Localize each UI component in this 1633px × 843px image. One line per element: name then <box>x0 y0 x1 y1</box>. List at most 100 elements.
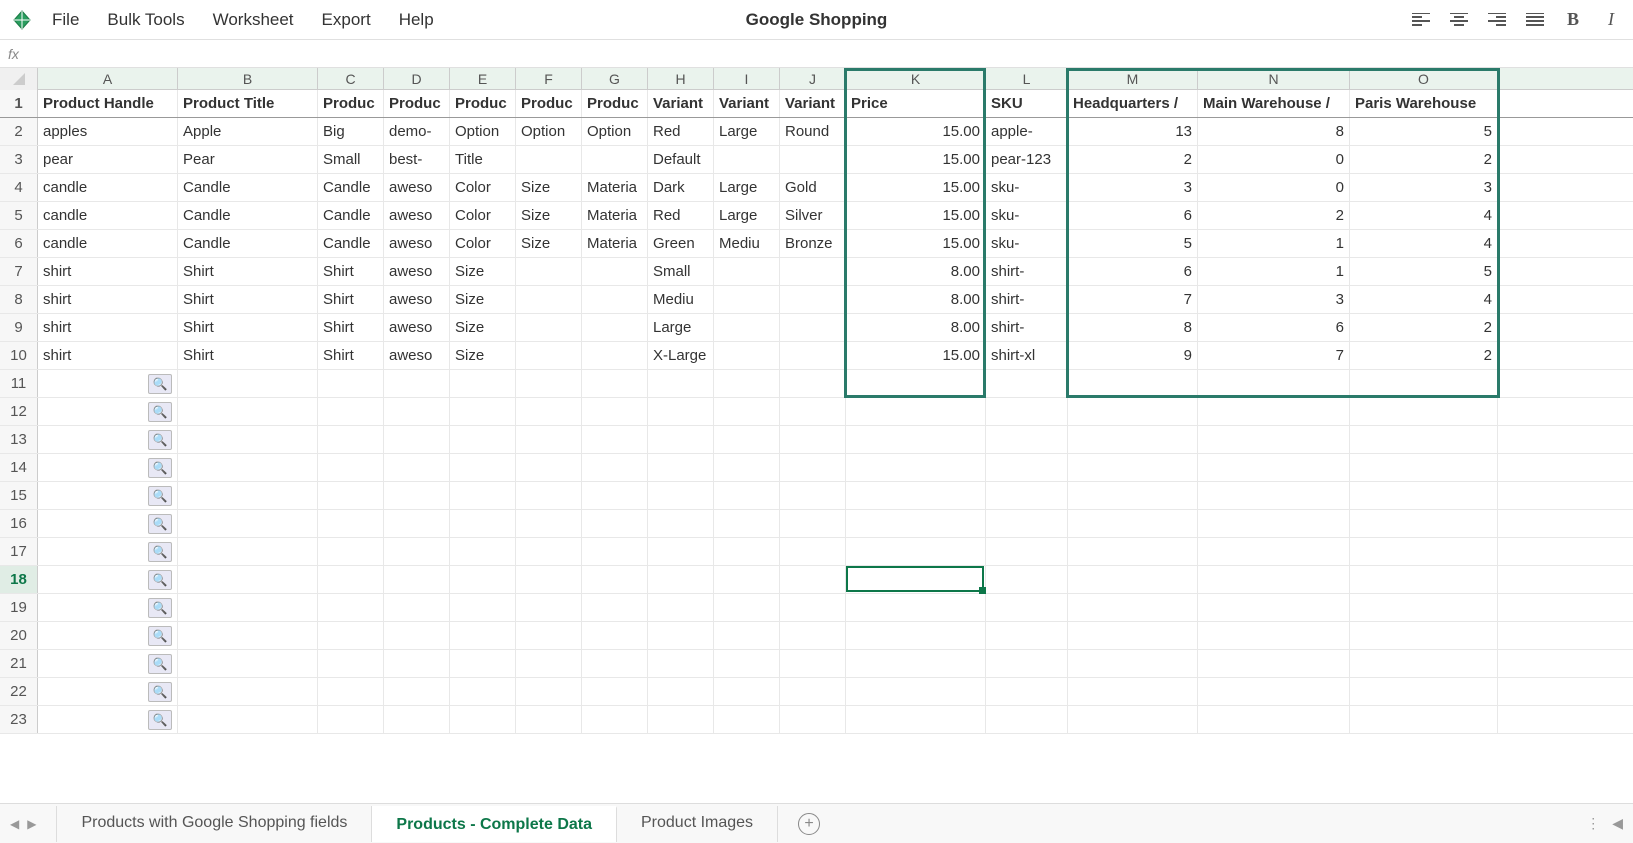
menu-file[interactable]: File <box>52 10 79 30</box>
cell[interactable] <box>1198 650 1350 677</box>
col-header-F[interactable]: F <box>516 68 582 89</box>
cell[interactable] <box>1068 622 1198 649</box>
lookup-icon[interactable]: 🔍 <box>148 542 172 562</box>
cell[interactable] <box>582 538 648 565</box>
cell[interactable] <box>1350 398 1498 425</box>
cell[interactable]: sku- <box>986 202 1068 229</box>
cell[interactable] <box>1068 706 1198 733</box>
cell[interactable] <box>582 370 648 397</box>
cell[interactable]: Candle <box>318 230 384 257</box>
cell[interactable]: 3 <box>1350 174 1498 201</box>
cell[interactable] <box>714 538 780 565</box>
cell[interactable] <box>1198 510 1350 537</box>
cell[interactable] <box>648 678 714 705</box>
cell[interactable]: 2 <box>1350 342 1498 369</box>
cell[interactable]: Shirt <box>318 342 384 369</box>
cell[interactable]: Round <box>780 118 846 145</box>
cell[interactable] <box>516 314 582 341</box>
row-header-5[interactable]: 5 <box>0 202 38 229</box>
cell[interactable] <box>986 622 1068 649</box>
cell[interactable] <box>450 622 516 649</box>
cell[interactable] <box>714 510 780 537</box>
cell[interactable] <box>846 482 986 509</box>
row-header-4[interactable]: 4 <box>0 174 38 201</box>
cell[interactable]: Option <box>516 118 582 145</box>
cell[interactable]: 4 <box>1350 202 1498 229</box>
cell[interactable] <box>846 426 986 453</box>
cell[interactable]: 15.00 <box>846 342 986 369</box>
tab-next-icon[interactable]: ▶ <box>27 817 36 831</box>
cell[interactable] <box>582 286 648 313</box>
lookup-icon[interactable]: 🔍 <box>148 710 172 730</box>
header-cell[interactable]: Produc <box>318 90 384 117</box>
cell[interactable] <box>582 426 648 453</box>
cell[interactable] <box>714 482 780 509</box>
cell[interactable]: Size <box>450 286 516 313</box>
cell[interactable]: 6 <box>1068 258 1198 285</box>
cell[interactable] <box>450 706 516 733</box>
cell[interactable]: Mediu <box>714 230 780 257</box>
cell[interactable]: Candle <box>318 202 384 229</box>
cell[interactable] <box>714 454 780 481</box>
cell[interactable] <box>582 454 648 481</box>
cell[interactable] <box>1198 398 1350 425</box>
sheet-tab[interactable]: Products - Complete Data <box>372 806 617 842</box>
cell[interactable]: Gold <box>780 174 846 201</box>
cell[interactable]: Large <box>714 202 780 229</box>
cell[interactable]: Apple <box>178 118 318 145</box>
cell[interactable]: apples <box>38 118 178 145</box>
cell[interactable] <box>714 650 780 677</box>
cell[interactable]: 8.00 <box>846 258 986 285</box>
cell[interactable]: 🔍 <box>38 426 178 453</box>
cell[interactable] <box>780 342 846 369</box>
cell[interactable] <box>780 622 846 649</box>
cell[interactable] <box>384 454 450 481</box>
cell[interactable]: pear-123 <box>986 146 1068 173</box>
cell[interactable] <box>1068 566 1198 593</box>
cell[interactable] <box>1198 370 1350 397</box>
cell[interactable] <box>516 622 582 649</box>
cell[interactable] <box>1198 566 1350 593</box>
tab-prev-icon[interactable]: ◀ <box>10 817 19 831</box>
cell[interactable] <box>1350 370 1498 397</box>
cell[interactable] <box>450 594 516 621</box>
cell[interactable] <box>780 370 846 397</box>
cell[interactable] <box>1068 538 1198 565</box>
cell[interactable]: 8.00 <box>846 286 986 313</box>
header-cell[interactable]: Headquarters / <box>1068 90 1198 117</box>
cell[interactable] <box>648 566 714 593</box>
cell[interactable] <box>780 146 846 173</box>
cell[interactable] <box>516 286 582 313</box>
cell[interactable]: aweso <box>384 174 450 201</box>
row-header-19[interactable]: 19 <box>0 594 38 621</box>
cell[interactable]: Default <box>648 146 714 173</box>
cell[interactable]: apple- <box>986 118 1068 145</box>
cell[interactable] <box>846 678 986 705</box>
cell[interactable]: 4 <box>1350 286 1498 313</box>
cell[interactable] <box>846 566 986 593</box>
cell[interactable]: 🔍 <box>38 706 178 733</box>
cell[interactable]: Title <box>450 146 516 173</box>
cell[interactable] <box>178 426 318 453</box>
menu-bulk-tools[interactable]: Bulk Tools <box>107 10 184 30</box>
cell[interactable] <box>582 482 648 509</box>
cell[interactable] <box>1198 622 1350 649</box>
cell[interactable]: 🔍 <box>38 370 178 397</box>
cell[interactable] <box>582 594 648 621</box>
cell[interactable]: aweso <box>384 286 450 313</box>
cell[interactable]: Shirt <box>178 258 318 285</box>
cell[interactable] <box>1198 454 1350 481</box>
row-header-9[interactable]: 9 <box>0 314 38 341</box>
header-cell[interactable]: Produc <box>450 90 516 117</box>
lookup-icon[interactable]: 🔍 <box>148 682 172 702</box>
cell[interactable] <box>714 594 780 621</box>
add-sheet-button[interactable]: + <box>798 813 820 835</box>
cell[interactable] <box>1068 370 1198 397</box>
cell[interactable]: Big <box>318 118 384 145</box>
cell[interactable] <box>714 370 780 397</box>
cell[interactable] <box>516 146 582 173</box>
cell[interactable] <box>1350 566 1498 593</box>
cell[interactable]: 15.00 <box>846 230 986 257</box>
cell[interactable]: Small <box>318 146 384 173</box>
cell[interactable] <box>582 398 648 425</box>
